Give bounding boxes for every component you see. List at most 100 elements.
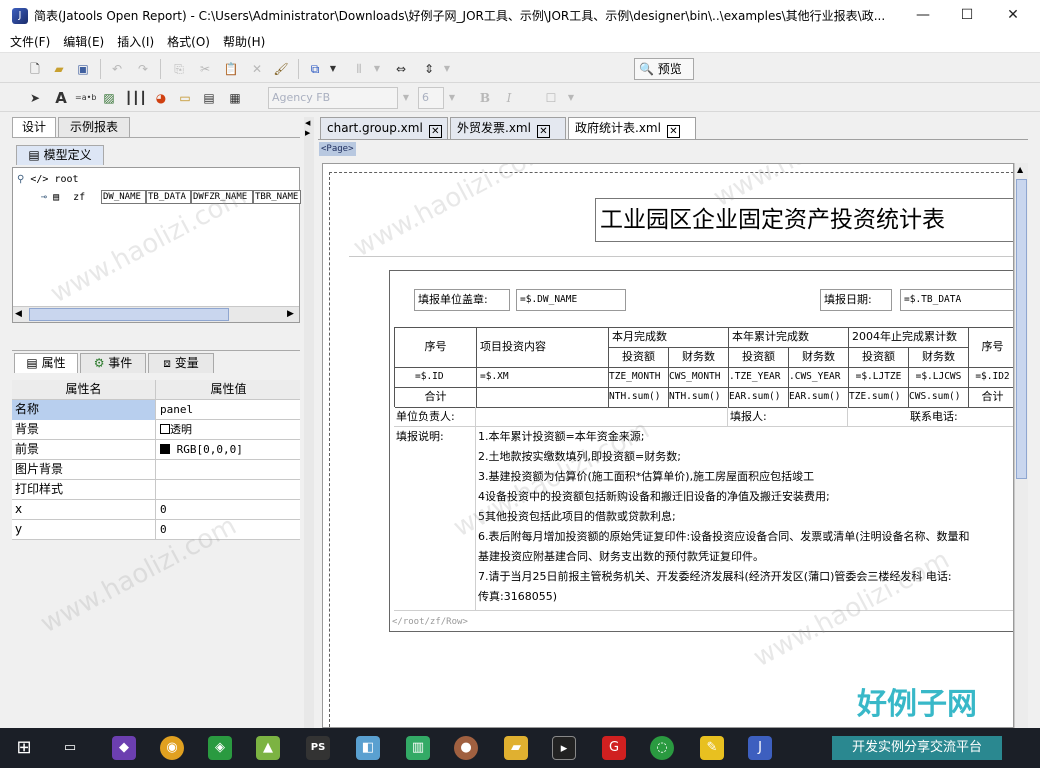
property-row[interactable]: 打印样式 [12,480,300,500]
sub-invest[interactable]: 投资额 [849,348,909,368]
sum-tze-year[interactable]: EAR.sum() [729,388,789,408]
cell-ljtze[interactable]: =$.LJTZE [849,368,909,388]
collapse-left-icon[interactable]: ◀ [305,119,310,127]
scroll-right-icon[interactable]: ▶ [287,309,294,319]
stats-app-icon[interactable]: ▥ [406,736,430,760]
font-size-dropdown-icon[interactable]: ▼ [444,87,460,109]
editor-vertical-scrollbar[interactable]: ▲ [1014,163,1028,728]
property-value[interactable]: 0 [157,500,300,520]
file-explorer-icon[interactable]: ▰ [504,736,528,760]
text-field-icon[interactable]: =a•b [74,87,96,109]
terminal-icon[interactable]: ▸ [552,736,576,760]
property-value[interactable]: 透明 [157,420,300,440]
delete-icon[interactable]: ✕ [246,58,268,80]
property-row[interactable]: x 0 [12,500,300,520]
unit-expr[interactable]: =$.DW_NAME [516,289,626,311]
property-row[interactable]: 名称 panel [12,400,300,420]
note-line[interactable]: 基建投资应附基建合同、财务支出数的预付款凭证复印件。 [478,547,1013,567]
menu-file[interactable]: 文件(F) [10,33,50,50]
cell-tze-month[interactable]: TZE_MONTH [609,368,669,388]
close-tab-icon[interactable]: ✕ [536,125,550,138]
android-studio-icon[interactable]: ▲ [256,736,280,760]
panel-tool-icon[interactable]: ▭ [174,87,196,109]
close-tab-icon[interactable]: ✕ [666,125,680,138]
tab-events[interactable]: ⚙ 事件 [80,353,146,373]
jatools-app-icon[interactable]: J [748,736,772,760]
table-tool-icon[interactable]: ▤ [198,87,220,109]
doc-tab-chart-group[interactable]: chart.group.xml ✕ [320,117,448,139]
italic-button[interactable]: I [498,87,520,109]
total-label[interactable]: 合计 [395,388,477,408]
windows-start-icon[interactable]: ⊞ [12,736,36,760]
font-family-select[interactable]: Agency FB [268,87,398,109]
label-tool-icon[interactable]: A [50,87,72,109]
sub-finance[interactable]: 财务数 [669,348,729,368]
bold-button[interactable]: B [474,87,496,109]
maximize-button[interactable]: ☐ [944,0,990,31]
same-width-icon[interactable]: ⇔ [390,58,412,80]
group-cumulative[interactable]: 2004年止完成累计数 [849,328,969,348]
note-line[interactable]: 2.土地款按实缴数填列,即投资额=财务数; [478,447,1013,467]
align-icon[interactable]: ⫴ [348,58,370,80]
new-file-icon[interactable]: 🗋 [24,58,46,80]
grid-tool-icon[interactable]: ▦ [224,87,246,109]
sum-cws-year[interactable]: EAR.sum() [789,388,849,408]
font-family-dropdown-icon[interactable]: ▼ [398,87,414,109]
manager-label[interactable]: 单位负责人: [396,407,455,427]
property-row[interactable]: 前景 RGB[0,0,0] [12,440,300,460]
task-view-icon[interactable]: ▭ [58,736,82,760]
field-dwfzr-name[interactable]: DWFZR_NAME [191,190,253,204]
menu-format[interactable]: 格式(O) [167,33,210,50]
col-item[interactable]: 项目投资内容 [477,328,609,368]
property-row[interactable]: y 0 [12,520,300,540]
scroll-up-icon[interactable]: ▲ [1017,165,1023,174]
wechat-icon[interactable]: ◌ [650,736,674,760]
image-tool-icon[interactable]: ▨ [98,87,120,109]
close-tab-icon[interactable]: ✕ [428,125,442,138]
property-value[interactable] [157,460,300,480]
sub-finance[interactable]: 财务数 [909,348,969,368]
sum-cws-month[interactable]: NTH.sum() [669,388,729,408]
redo-icon[interactable]: ↷ [132,58,154,80]
note-line[interactable]: 4设备投资中的投资额包括新购设备和搬迁旧设备的净值及搬迁安装费用; [478,487,1013,507]
barcode-icon[interactable]: ┃┃┃ [124,87,147,109]
evernote-icon[interactable]: ◈ [208,736,232,760]
cut-icon[interactable]: ✂ [194,58,216,80]
layer-dropdown-icon[interactable]: ▼ [326,58,340,80]
phpstorm-icon[interactable]: PS [306,736,330,760]
splitter[interactable]: ◀ ▶ [304,117,314,728]
size-dropdown-icon[interactable]: ▼ [440,58,454,80]
cell-ljcws[interactable]: =$.LJCWS [909,368,969,388]
format-brush-icon[interactable]: 🖌 [270,58,292,80]
doc-tab-gov-stats[interactable]: 政府统计表.xml ✕ [568,117,696,139]
border-icon[interactable]: ☐ [540,87,562,109]
font-size-select[interactable]: 6 [418,87,444,109]
cell-cws-month[interactable]: CWS_MONTH [669,368,729,388]
page-breadcrumb[interactable]: <Page> [319,142,356,156]
property-row[interactable]: 背景 透明 [12,420,300,440]
preview-button[interactable]: 🔍 预览 [634,58,694,80]
field-tb-data[interactable]: TB_DATA [146,190,191,204]
layer-icon[interactable]: ⧉ [304,58,326,80]
sub-invest[interactable]: 投资额 [609,348,669,368]
undo-icon[interactable]: ↶ [106,58,128,80]
user-avatar-icon[interactable]: ● [454,736,478,760]
notes-label[interactable]: 填报说明: [396,427,444,447]
align-dropdown-icon[interactable]: ▼ [370,58,384,80]
note-line[interactable]: 7.请于当月25日前报主管税务机关、开发委经济发展科(经济开发区(蒲口)管委会三… [478,567,1013,587]
tab-design[interactable]: 设计 [12,117,56,137]
tab-variables[interactable]: ⧈ 变量 [148,353,214,373]
tree-node-zf[interactable]: ⊸ ▤ zf [41,192,85,203]
note-line[interactable]: 3.基建投资额为估算价(施工面积*估算单价),施工房屋面积应包括竣工 [478,467,1013,487]
chart-tool-icon[interactable]: ◕ [150,87,172,109]
cell-xm[interactable]: =$.XM [477,368,609,388]
tree-horizontal-scrollbar[interactable]: ◀ ▶ [13,306,299,322]
total-item-empty[interactable] [477,388,609,408]
sum-ljtze[interactable]: TZE.sum() [849,388,909,408]
property-value[interactable]: panel [157,400,300,420]
note-line[interactable]: 5其他投资包括此项目的借款或贷款利息; [478,507,1013,527]
sum-ljcws[interactable]: CWS.sum() [909,388,969,408]
col-seq[interactable]: 序号 [395,328,477,368]
paste-icon[interactable]: 📋 [220,58,242,80]
cell-cws-year[interactable]: .CWS_YEAR [789,368,849,388]
